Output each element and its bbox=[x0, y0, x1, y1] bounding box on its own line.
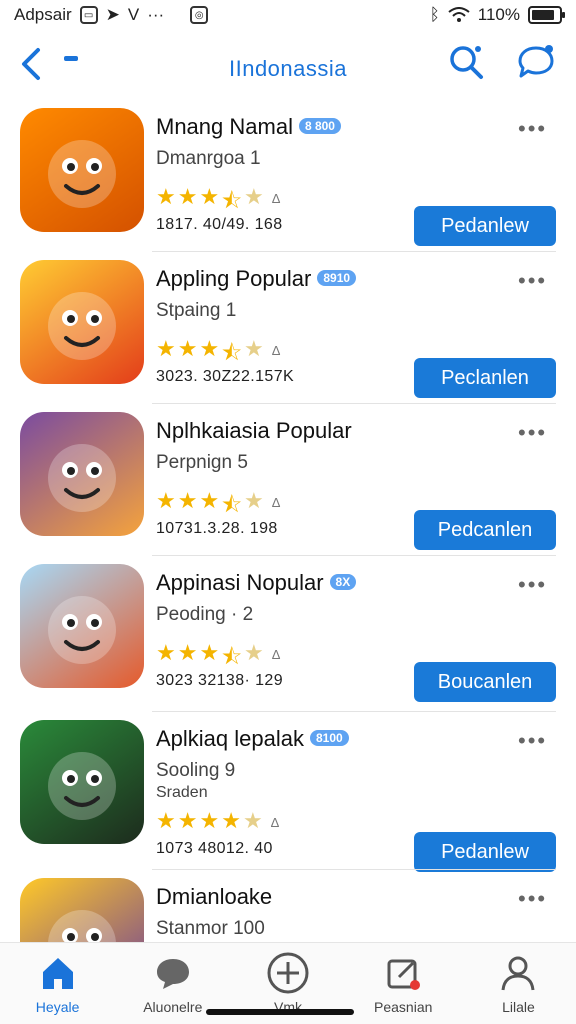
more-options-icon[interactable]: ••• bbox=[518, 574, 547, 596]
search-icon[interactable] bbox=[446, 42, 486, 82]
app-stats: 3023 32138· 129 bbox=[156, 672, 283, 689]
bluetooth-icon: ᛒ bbox=[429, 5, 440, 24]
battery-percent: 110% bbox=[477, 5, 520, 24]
more-options-icon[interactable]: ••• bbox=[518, 888, 547, 910]
app-name: Aplkiaq lepalak 8100 bbox=[156, 726, 349, 752]
app-badge: 8100 bbox=[309, 730, 349, 746]
app-icon[interactable] bbox=[20, 260, 144, 384]
app-stats: 1817. 40/49. 168 bbox=[156, 216, 283, 233]
app-name-text: Aplkiaq lepalak bbox=[156, 726, 304, 751]
app-category: Stpaing 1 bbox=[156, 300, 237, 321]
tab-label: Aluonelre bbox=[143, 999, 203, 1015]
navigation-arrow-icon: ➤ bbox=[105, 5, 120, 24]
more-options-icon[interactable]: ••• bbox=[518, 422, 547, 444]
rating-info-icon: Δ bbox=[270, 815, 280, 830]
profile-icon bbox=[496, 951, 540, 995]
app-name-text: Appling Popular bbox=[156, 266, 312, 291]
tab-label: Peasnian bbox=[374, 999, 433, 1015]
app-notification-icon: ◎ bbox=[190, 6, 209, 24]
rating-star-icon: ★ bbox=[242, 808, 263, 833]
nav-bar: IIndonassia bbox=[0, 36, 576, 96]
status-extra-text: V bbox=[127, 5, 140, 24]
page-title: IIndonassia bbox=[228, 56, 348, 81]
wifi-icon bbox=[448, 7, 470, 22]
app-badge: 8X bbox=[329, 574, 357, 590]
status-left: Adpsair ▭ ➤ V ··· ◎ bbox=[14, 5, 209, 25]
carrier-text: Adpsair bbox=[14, 5, 72, 24]
get-app-button[interactable]: Pedanlew bbox=[414, 206, 556, 246]
app-name-text: Dmianloake bbox=[156, 884, 273, 909]
app-name: Nplhkaiasia Popular bbox=[156, 418, 352, 444]
app-list-item[interactable]: Aplkiaq lepalak 8100 Sooling 9 ••• Sraden ★ ★ ★… bbox=[0, 712, 576, 872]
get-app-button[interactable]: Peclanlen bbox=[414, 358, 556, 398]
app-stats: 3023. 30Z22.157K bbox=[156, 368, 295, 385]
status-right: ᛒ 110% bbox=[429, 5, 565, 25]
tab-edit-notification[interactable]: Peasnian bbox=[346, 943, 461, 1024]
tab-label: Heyale bbox=[35, 999, 80, 1015]
app-stats: 10731.3.28. 198 bbox=[156, 520, 278, 537]
app-list-item[interactable]: Appling Popular 8910 Stpaing 1 ••• ★ ★ ★ ⯪ ★ Δ 302… bbox=[0, 252, 576, 404]
rating-star-icon: ★ bbox=[199, 808, 220, 833]
app-badge: 8910 bbox=[317, 270, 357, 286]
app-category: Dmanrgoa 1 bbox=[156, 148, 261, 169]
app-name-text: Mnang Namal bbox=[156, 114, 293, 139]
battery-level bbox=[532, 10, 555, 20]
edit-notification-icon bbox=[381, 951, 425, 995]
plus-circle-icon bbox=[266, 951, 310, 995]
status-bar: Adpsair ▭ ➤ V ··· ◎ ᛒ 110% bbox=[0, 0, 576, 30]
more-options-icon[interactable]: ••• bbox=[518, 270, 547, 292]
rating-star-icon: ★ bbox=[177, 808, 198, 833]
app-icon[interactable] bbox=[20, 412, 144, 536]
home-icon bbox=[36, 951, 80, 995]
app-list-item[interactable]: Mnang Namal 8 800 Dmanrgoa 1 ••• ★ ★ ★ ⯪ ★ Δ 1817.… bbox=[0, 100, 576, 252]
more-options-icon[interactable]: ••• bbox=[518, 118, 547, 140]
get-app-button[interactable]: Boucanlen bbox=[414, 662, 556, 702]
status-dots: ··· bbox=[147, 5, 165, 24]
chat-icon[interactable] bbox=[516, 42, 556, 82]
app-badge: 8 800 bbox=[298, 118, 341, 134]
more-options-icon[interactable]: ••• bbox=[518, 730, 547, 752]
app-name-text: Nplhkaiasia Popular bbox=[156, 418, 352, 443]
tab-home[interactable]: Heyale bbox=[0, 943, 115, 1024]
rating-star-icon: ★ bbox=[221, 808, 241, 833]
app-category: Stanmor 100 bbox=[156, 918, 265, 939]
app-developer: Sraden bbox=[156, 784, 208, 801]
app-list-item[interactable]: Appinasi Nopular 8X Peoding · 2 ••• ★ ★ ★ ⯪ ★ Δ 30… bbox=[0, 556, 576, 712]
chat-bubble-icon bbox=[151, 951, 195, 995]
tab-profile[interactable]: Lilale bbox=[461, 943, 576, 1024]
app-name: Appling Popular 8910 bbox=[156, 266, 357, 292]
app-list-item[interactable]: Nplhkaiasia Popular Perpnign 5 ••• ★ ★ ★ ⯪ ★ Δ 10… bbox=[0, 404, 576, 556]
app-icon[interactable] bbox=[20, 564, 144, 688]
app-name-text: Appinasi Nopular bbox=[156, 570, 324, 595]
app-name: Appinasi Nopular 8X bbox=[156, 570, 357, 596]
tab-label: Lilale bbox=[502, 999, 535, 1015]
home-indicator bbox=[206, 1009, 354, 1015]
app-category: Perpnign 5 bbox=[156, 452, 248, 473]
app-name: Mnang Namal 8 800 bbox=[156, 114, 341, 140]
get-app-button[interactable]: Pedanlew bbox=[414, 832, 556, 872]
sim-icon: ▭ bbox=[79, 6, 98, 24]
rating-stars: ★ ★ ★ ★ ★ Δ bbox=[156, 808, 279, 834]
app-icon[interactable] bbox=[20, 108, 144, 232]
app-list: Mnang Namal 8 800 Dmanrgoa 1 ••• ★ ★ ★ ⯪ ★ Δ 1817.… bbox=[0, 100, 576, 1002]
app-icon[interactable] bbox=[20, 720, 144, 844]
battery-icon bbox=[528, 6, 565, 24]
rating-star-icon: ★ bbox=[156, 808, 176, 833]
app-category: Peoding · 2 bbox=[156, 604, 254, 625]
get-app-button[interactable]: Pedcanlen bbox=[414, 510, 556, 550]
app-list-item[interactable]: Dmianloake Stanmor 100 ••• bbox=[0, 870, 576, 1002]
app-stats: 1073 48012. 40 bbox=[156, 840, 273, 857]
app-category: Sooling 9 bbox=[156, 760, 236, 781]
app-name: Dmianloake bbox=[156, 884, 272, 910]
